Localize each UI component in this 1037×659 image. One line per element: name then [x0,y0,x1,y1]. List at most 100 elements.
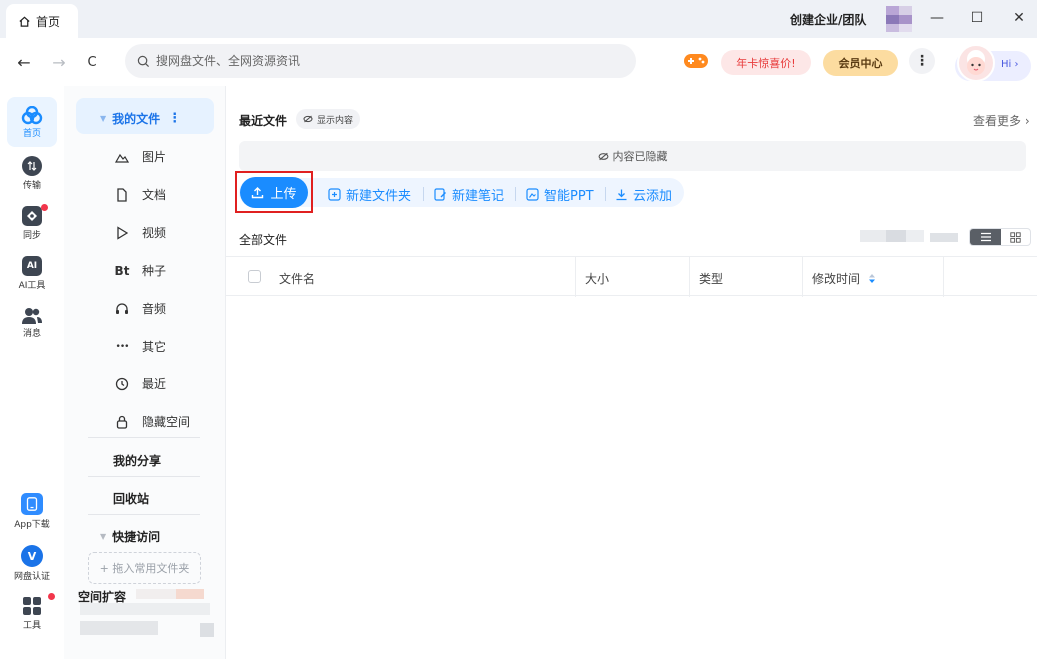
tree-quick-access[interactable]: ▼ 快捷访问 [100,528,160,545]
all-files-title: 全部文件 [239,233,288,247]
column-separator[interactable] [802,257,803,297]
main-content: 最近文件 显示内容 查看更多 › 内容已隐藏 上传 新建文件夹 新建笔记 智能P… [226,86,1037,659]
recent-icon [114,377,130,391]
promo-badge[interactable]: 年卡惊喜价! [721,50,811,75]
tab-label: 首页 [36,14,61,29]
tree-item-other[interactable]: ••• 其它 [114,338,166,355]
grid-view-button[interactable] [1001,229,1030,245]
blurred-content [930,233,958,242]
rail-item-messages[interactable]: 消息 [0,306,64,339]
tree-item-recent[interactable]: 最近 [114,375,166,392]
verify-icon: V [27,549,37,563]
tree-item-images[interactable]: 图片 [114,148,166,165]
rail-label: 首页 [22,129,41,139]
tree-item-hidden-space[interactable]: 隐藏空间 [114,413,190,430]
minimize-button[interactable]: — [926,8,948,28]
refresh-button[interactable]: C [81,51,103,73]
smart-ppt-button[interactable]: 智能PPT [526,185,594,204]
image-icon [114,151,130,163]
view-toggle[interactable] [969,228,1031,246]
rail-item-sync[interactable]: 同步 [0,206,64,241]
vip-center-button[interactable]: 会员中心 [823,50,898,76]
user-avatar-small[interactable] [886,6,912,32]
rail-item-verify[interactable]: V 网盘认证 [0,545,64,582]
smart-ppt-label: 智能PPT [544,189,594,204]
new-note-label: 新建笔记 [452,189,505,204]
cloud-add-button[interactable]: 云添加 [615,185,672,204]
hidden-content-notice: 内容已隐藏 [239,141,1026,171]
ppt-icon [526,188,539,201]
list-view-button[interactable] [970,229,1001,245]
eye-off-icon [303,115,313,123]
tree-my-share[interactable]: 我的分享 [113,452,161,469]
blurred-content [80,603,210,615]
drag-folder-dropzone[interactable]: + 拖入常用文件夹 [88,552,201,584]
select-all-checkbox[interactable] [248,270,261,283]
caret-down-icon: ▼ [100,114,107,123]
maximize-button[interactable]: ☐ [966,8,988,28]
grid-icon [1010,231,1021,243]
search-box[interactable] [125,44,636,78]
tree-item-label: 音频 [142,302,167,316]
blurred-content [906,230,924,242]
column-name[interactable]: 文件名 [279,270,315,287]
tools-notification-dot [48,593,55,600]
torrent-icon: Bt [114,263,130,278]
rail-label: 消息 [22,329,41,339]
icon-rail: 首页 传输 同步 AI AI工具 消息 App下载 V 网盘认证 工具 [0,86,64,659]
show-content-button[interactable]: 显示内容 [296,109,361,129]
tree-my-files[interactable]: ▼ 我的文件 ⋮ [100,110,181,127]
other-icon: ••• [115,341,130,352]
rail-item-home[interactable]: 首页 [0,106,64,139]
eye-off-icon [598,152,608,160]
new-folder-button[interactable]: 新建文件夹 [328,185,411,204]
rail-label: 传输 [22,181,41,191]
column-separator[interactable] [943,257,944,297]
more-vertical-icon[interactable]: ⋮ [168,111,181,126]
cloud-add-label: 云添加 [633,189,673,204]
more-menu-button[interactable]: ⋮ [909,48,935,74]
column-type[interactable]: 类型 [699,270,723,287]
see-more-link[interactable]: 查看更多 › [973,112,1030,129]
search-input[interactable] [156,54,576,68]
tree-item-label: 其它 [142,340,167,354]
tree-item-torrents[interactable]: Bt 种子 [114,262,166,279]
tree-item-videos[interactable]: 视频 [114,224,166,241]
rail-item-ai-tools[interactable]: AI AI工具 [0,256,64,291]
back-button[interactable]: ← [13,51,35,73]
assistant-avatar[interactable] [957,44,995,82]
sort-icon[interactable] [868,273,876,284]
tab-home[interactable]: 首页 [6,4,78,38]
rail-label: 网盘认证 [13,572,50,582]
blurred-content [860,230,886,242]
close-button[interactable]: ✕ [1008,8,1030,28]
tools-icon [23,597,41,615]
upload-highlight-box [235,171,313,213]
tree-item-audio[interactable]: 音频 [114,300,166,317]
rail-item-app-download[interactable]: App下载 [0,493,64,530]
tree-item-documents[interactable]: 文档 [114,186,166,203]
home-icon [19,16,30,27]
rail-item-tools[interactable]: 工具 [0,596,64,631]
tree-item-label: 图片 [142,150,167,164]
rail-label: 工具 [22,621,41,631]
column-separator[interactable] [689,257,690,297]
video-icon [114,225,130,240]
tree-my-files-label: 我的文件 [112,112,161,126]
blurred-content [136,589,176,599]
column-size[interactable]: 大小 [585,270,609,287]
game-icon[interactable] [683,52,709,70]
column-separator[interactable] [575,257,576,297]
new-note-button[interactable]: 新建笔记 [434,185,504,204]
home-icon [21,106,43,125]
create-team-link[interactable]: 创建企业/团队 [790,11,866,28]
tree-item-label: 隐藏空间 [142,415,191,429]
column-modified-label: 修改时间 [812,272,861,286]
rail-label: 同步 [22,231,41,241]
tree-recycle-bin[interactable]: 回收站 [113,490,149,507]
forward-button[interactable]: → [48,51,70,73]
tree-quick-access-label: 快捷访问 [112,530,161,544]
show-content-label: 显示内容 [317,115,354,126]
rail-item-transfer[interactable]: 传输 [0,156,64,191]
column-modified[interactable]: 修改时间 [812,270,876,287]
